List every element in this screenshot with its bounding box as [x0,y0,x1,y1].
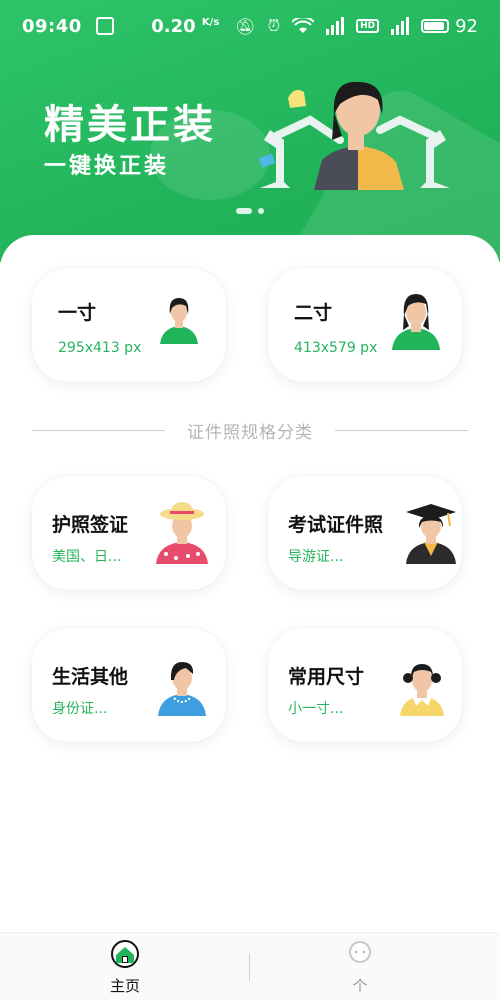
category-card-exam-photo[interactable]: 考试证件照 导游证... [268,476,462,590]
card-title: 考试证件照 [288,514,384,536]
carousel-indicator [236,208,264,214]
signal-icon [326,17,345,35]
card-subtitle: 导游证... [288,549,344,565]
card-subtitle: 美国、日... [52,549,122,565]
banner-illustration [258,81,450,190]
nav-profile-label: 个 [352,977,368,995]
nav-separator [249,953,250,981]
status-icons: 🔕︎ ⏰︎ HD 92 [235,16,478,37]
network-speed: 0.20 K/s [151,16,219,37]
avatar-small-icon [160,298,198,344]
woman-with-hat-icon [156,502,208,564]
girl-yellow-icon [400,664,444,716]
bottom-nav: 主页 个 [0,932,500,1000]
status-bar: 09:40 0.20 K/s 🔕︎ ⏰︎ HD 92 [0,0,500,52]
profile-icon [349,941,371,963]
card-size: 413x579 px [294,340,378,356]
battery-level: 92 [455,15,478,37]
banner-subtitle: 一键换正装 [44,154,170,179]
card-title: 一寸 [58,302,97,324]
signal-2-icon [391,17,410,35]
category-card-passport-visa[interactable]: 护照签证 美国、日... [32,476,226,590]
card-title: 护照签证 [52,514,129,536]
alarm-icon: ⏰︎ [267,16,281,35]
card-size: 295x413 px [58,340,142,356]
size-card-1cun[interactable]: 一寸 295x413 px [32,268,226,382]
section-divider: 证件照规格分类 [32,418,468,443]
network-speed-unit: K/s [201,16,220,28]
card-title: 常用尺寸 [288,666,365,688]
status-time: 09:40 [22,15,82,37]
category-card-life-other[interactable]: 生活其他 身份证... [32,628,226,742]
avatar-large-icon [392,294,440,350]
hd-icon: HD [356,19,380,33]
section-label: 证件照规格分类 [187,423,313,443]
nav-home[interactable]: 主页 [100,939,150,996]
home-icon [111,940,139,968]
woman-blue-icon [158,662,206,716]
nav-profile[interactable]: 个 [330,939,390,996]
nav-home-label: 主页 [109,977,140,995]
graduate-icon [406,504,456,564]
card-subtitle: 小一寸... [288,701,344,717]
category-card-common-sizes[interactable]: 常用尺寸 小一寸... [268,628,462,742]
wifi-icon [292,18,315,33]
banner[interactable]: 09:40 0.20 K/s 🔕︎ ⏰︎ HD 92 精美正装 一键换正装 [0,0,500,262]
battery-icon: 92 [421,16,478,37]
card-title: 二寸 [294,302,333,324]
notification-icon [95,17,114,35]
network-speed-value: 0.20 [151,15,196,37]
mute-icon: 🔕︎ [235,16,256,36]
banner-title: 精美正装 [44,102,216,148]
card-subtitle: 身份证... [52,701,108,717]
card-title: 生活其他 [52,666,129,688]
size-card-2cun[interactable]: 二寸 413x579 px [268,268,462,382]
